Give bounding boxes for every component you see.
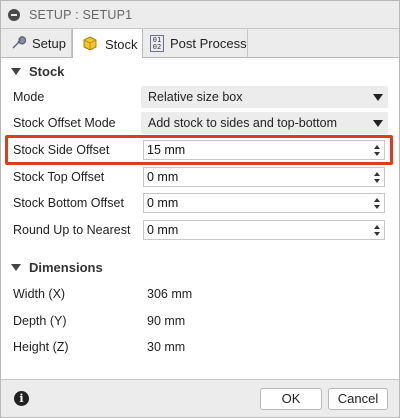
stepper-up-icon[interactable]: [374, 198, 380, 202]
depth-label: Depth (Y): [13, 314, 67, 328]
stepper-up-icon[interactable]: [374, 172, 380, 176]
bottom-offset-label: Stock Bottom Offset: [13, 196, 124, 210]
top-offset-input[interactable]: 0 mm: [143, 167, 385, 187]
tab-post-process-label: Post Process: [170, 36, 247, 51]
top-offset-row: Stock Top Offset 0 mm: [1, 164, 399, 190]
tab-stock[interactable]: Stock: [72, 29, 143, 59]
stepper-down-icon[interactable]: [374, 232, 380, 236]
cancel-button[interactable]: Cancel: [328, 388, 388, 410]
mode-value: Relative size box: [148, 90, 243, 104]
stepper-down-icon[interactable]: [374, 179, 380, 183]
dimensions-section-header[interactable]: Dimensions: [1, 255, 399, 279]
width-value: 306 mm: [147, 287, 193, 301]
height-value: 30 mm: [147, 340, 186, 354]
wrench-icon: [10, 34, 27, 53]
mode-label: Mode: [13, 90, 45, 104]
width-label: Width (X): [13, 287, 66, 301]
stock-section-title: Stock: [29, 63, 65, 79]
title-bar[interactable]: SETUP : SETUP1: [1, 1, 399, 29]
round-up-input[interactable]: 0 mm: [143, 220, 385, 240]
stock-cube-icon: [81, 34, 99, 55]
round-up-label: Round Up to Nearest: [13, 223, 131, 237]
bottom-offset-input[interactable]: 0 mm: [143, 193, 385, 213]
mode-row: Mode Relative size box: [1, 84, 399, 110]
setup-dialog: SETUP : SETUP1 Setup Stock 01 02 Post Pr…: [0, 0, 400, 418]
bottom-offset-stepper[interactable]: [370, 194, 384, 212]
highlight-box: [5, 135, 393, 165]
bottom-offset-row: Stock Bottom Offset 0 mm: [1, 190, 399, 216]
collapse-triangle-icon[interactable]: [11, 263, 21, 271]
offset-mode-select[interactable]: Add stock to sides and top-bottom: [141, 112, 388, 134]
height-label: Height (Z): [13, 340, 69, 354]
depth-value: 90 mm: [147, 314, 186, 328]
stock-panel: Stock Mode Relative size box Stock Offse…: [1, 58, 399, 380]
collapse-triangle-icon[interactable]: [11, 67, 21, 75]
minimize-icon[interactable]: [8, 9, 20, 21]
top-offset-label: Stock Top Offset: [13, 170, 105, 184]
height-row: Height (Z) 30 mm: [1, 334, 399, 360]
bottom-offset-value: 0 mm: [147, 196, 179, 210]
offset-mode-row: Stock Offset Mode Add stock to sides and…: [1, 110, 399, 136]
tab-bar: Setup Stock 01 02 Post Process: [1, 29, 399, 59]
tab-stock-label: Stock: [105, 36, 138, 52]
width-row: Width (X) 306 mm: [1, 281, 399, 307]
offset-mode-label: Stock Offset Mode: [13, 116, 116, 130]
dialog-footer: i OK Cancel: [1, 380, 399, 417]
depth-row: Depth (Y) 90 mm: [1, 308, 399, 334]
mode-select[interactable]: Relative size box: [141, 86, 388, 108]
top-offset-stepper[interactable]: [370, 168, 384, 186]
window-title: SETUP : SETUP1: [29, 8, 133, 22]
offset-mode-value: Add stock to sides and top-bottom: [148, 116, 337, 130]
stock-section-header[interactable]: Stock: [1, 59, 399, 83]
round-up-value: 0 mm: [147, 223, 179, 237]
chevron-down-icon: [373, 120, 383, 127]
info-icon[interactable]: i: [14, 391, 29, 406]
chevron-down-icon: [373, 94, 383, 101]
tab-setup-label: Setup: [32, 36, 66, 51]
tab-setup[interactable]: Setup: [1, 29, 72, 58]
post-process-icon: 01 02: [150, 35, 164, 52]
tab-post-process[interactable]: 01 02 Post Process: [143, 29, 248, 58]
round-up-stepper[interactable]: [370, 221, 384, 239]
ok-button[interactable]: OK: [260, 388, 322, 410]
stepper-down-icon[interactable]: [374, 205, 380, 209]
stepper-up-icon[interactable]: [374, 225, 380, 229]
round-up-row: Round Up to Nearest 0 mm: [1, 217, 399, 243]
top-offset-value: 0 mm: [147, 170, 179, 184]
dimensions-section-title: Dimensions: [29, 259, 103, 275]
